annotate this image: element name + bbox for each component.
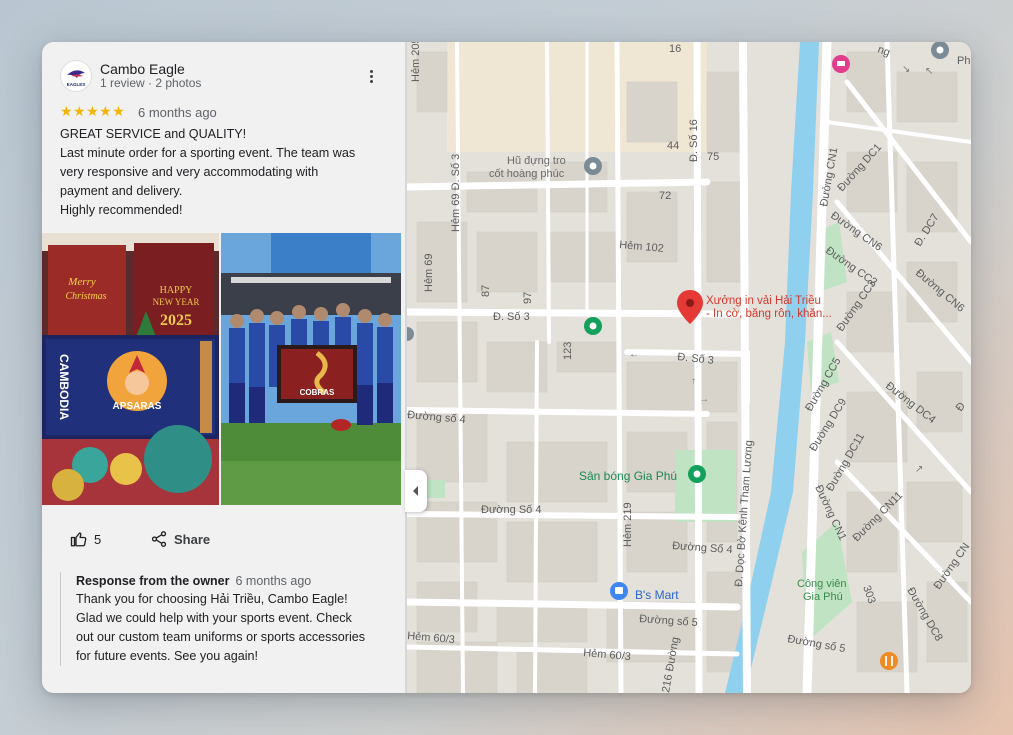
road-label: 44 [667, 140, 679, 152]
like-button[interactable]: 5 [70, 528, 110, 550]
review-line: GREAT SERVICE and QUALITY! [60, 127, 247, 141]
owner-response: Response from the owner 6 months ago Than… [60, 572, 406, 666]
road-label: 123 [562, 342, 574, 360]
svg-text:CAMBODIA: CAMBODIA [57, 354, 71, 420]
share-button[interactable]: Share [150, 528, 220, 550]
owner-response-age: 6 months ago [235, 574, 312, 588]
svg-text:↖: ↖ [925, 66, 933, 77]
poi-label[interactable]: Sân bóng Gia Phú [579, 469, 677, 483]
reviewer-avatar[interactable]: EAGLES [60, 60, 92, 92]
selected-place-sublabel[interactable]: - In cờ, băng rôn, khăn... [706, 308, 832, 320]
poi-label: cốt hoàng phúc [489, 168, 565, 180]
road-label: Đường Số 4 [481, 504, 541, 516]
svg-text:↗: ↗ [915, 464, 923, 475]
christmas-banner-photo: Merry Christmas HAPPY NEW YEAR 2025 CAMB… [42, 233, 219, 505]
svg-text:APSARAS: APSARAS [113, 401, 162, 412]
review-photo-1[interactable]: Merry Christmas HAPPY NEW YEAR 2025 CAMB… [42, 233, 219, 505]
svg-text:HAPPY: HAPPY [160, 285, 193, 296]
review-text: GREAT SERVICE and QUALITY! Last minute o… [60, 125, 390, 220]
park-poi-icon[interactable] [584, 317, 602, 335]
park-label: Gia Phú [803, 591, 843, 603]
svg-text:2025: 2025 [160, 312, 192, 329]
svg-text:←: ← [629, 349, 639, 360]
review-age: 6 months ago [138, 105, 217, 120]
svg-text:↑: ↑ [691, 376, 696, 387]
road-label: 75 [707, 151, 719, 163]
park-label: Công viên [797, 578, 847, 590]
review-line: Highly recommended! [60, 203, 183, 217]
svg-text:NEW YEAR: NEW YEAR [153, 297, 200, 307]
road-label: 87 [480, 285, 492, 297]
thumbs-up-icon [70, 532, 87, 547]
review-line: very responsive and very accommodating w… [60, 165, 319, 179]
app-window: EAGLES Cambo Eagle 1 review · 2 photos ★… [42, 42, 971, 693]
share-label: Share [174, 532, 211, 547]
more-options-icon[interactable] [362, 66, 380, 86]
svg-text:Christmas: Christmas [65, 291, 106, 302]
review-photo-2[interactable]: COBRAS [221, 233, 401, 505]
road-label: Hẻm 205/20 [410, 42, 422, 82]
road-label: Hẻm 69 Đ. Số 3 [450, 154, 462, 232]
owner-response-header: Response from the owner 6 months ago [76, 572, 406, 590]
selected-place-label[interactable]: Xưởng in vải Hải Triều [706, 295, 821, 307]
stadium-poi-icon[interactable] [688, 465, 706, 483]
svg-text:→: → [699, 394, 709, 405]
road-label: 97 [522, 292, 534, 304]
road-label: Đ. Số 16 [688, 119, 700, 162]
response-line: out our custom team uniforms or sports a… [76, 630, 366, 644]
map-canvas: Hẻm 205/20 16 44 75 Đ. Số 16 Hũ đựng tro… [407, 42, 971, 693]
poi-label: Hũ đựng tro [507, 155, 566, 167]
map-view[interactable]: Hẻm 205/20 16 44 75 Đ. Số 16 Hũ đựng tro… [407, 42, 971, 693]
road-label: Hẻm 69 [423, 253, 435, 292]
response-line: Thank you for choosing Hải Triều, Cambo … [76, 592, 348, 606]
star-rating: ★★★★★ [60, 103, 126, 119]
chevron-left-icon [413, 486, 418, 496]
team-photo: COBRAS [221, 233, 401, 505]
owner-response-title: Response from the owner [76, 574, 230, 588]
road-label: 72 [659, 190, 671, 202]
road-label: Hẻm 219 [622, 502, 634, 547]
svg-text:EAGLES: EAGLES [67, 82, 86, 87]
hotel-poi-icon[interactable] [832, 55, 850, 73]
road-label: 16 [669, 43, 681, 55]
road-label: Ph [957, 55, 970, 67]
poi-label[interactable]: B's Mart [635, 588, 679, 602]
svg-text:↘: ↘ [902, 64, 910, 75]
reviewer-meta: 1 review · 2 photos [100, 76, 202, 90]
road-label: Đ. Số 3 [493, 311, 530, 323]
response-line: Glad we could help with your sports even… [76, 611, 352, 625]
review-panel: EAGLES Cambo Eagle 1 review · 2 photos ★… [42, 42, 405, 693]
eagle-logo-icon: EAGLES [62, 62, 90, 90]
urn-poi-icon[interactable] [584, 157, 602, 175]
like-count: 5 [94, 532, 102, 547]
response-line: for future events. See you again! [76, 649, 259, 663]
svg-text:COBRAS: COBRAS [300, 388, 335, 397]
reviewer-name[interactable]: Cambo Eagle [100, 61, 185, 77]
review-line: payment and delivery. [60, 184, 183, 198]
share-icon [151, 531, 167, 547]
park-area [675, 450, 735, 522]
svg-text:Merry: Merry [67, 276, 96, 288]
collapse-panel-button[interactable] [405, 470, 427, 512]
review-line: Last minute order for a sporting event. … [60, 146, 356, 160]
owner-response-text: Thank you for choosing Hải Triều, Cambo … [76, 590, 406, 666]
shopping-poi-icon[interactable] [610, 582, 628, 600]
restaurant-poi-icon[interactable] [880, 652, 898, 670]
